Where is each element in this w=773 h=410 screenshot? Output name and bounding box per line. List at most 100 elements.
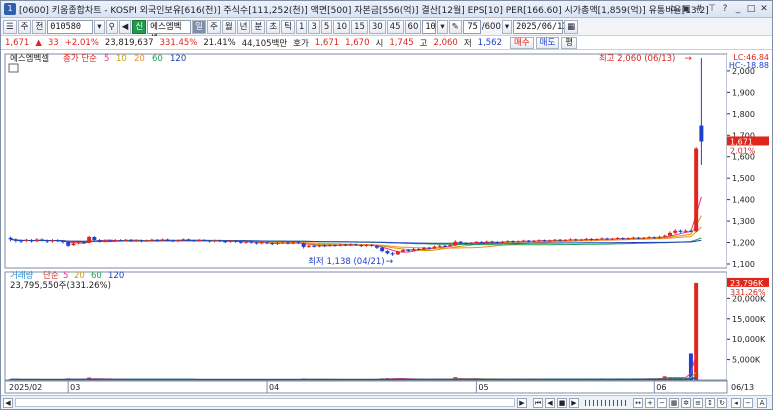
candle-body [374, 245, 379, 248]
candle-body [291, 242, 296, 244]
market-select[interactable]: 전 [32, 19, 47, 34]
prev-stock-icon[interactable]: ◀ [118, 19, 132, 34]
candle-body [139, 240, 144, 242]
link-icon[interactable]: ⌂ [667, 3, 679, 15]
layout-icon[interactable]: ☰ [3, 19, 17, 34]
minimize-icon[interactable]: _ [732, 3, 744, 15]
candle-body [207, 240, 212, 242]
candle-body [448, 245, 453, 247]
scroll-track[interactable] [15, 398, 515, 407]
refresh-icon[interactable]: ↻ [717, 398, 727, 408]
settings-gear-icon[interactable]: ✲ [681, 398, 691, 408]
candle-body [453, 241, 458, 246]
buy-button[interactable]: 매수 [510, 36, 534, 49]
avg-button[interactable]: 평 [561, 36, 578, 49]
scroll-right-icon[interactable]: ▶ [517, 398, 527, 408]
stock-code-input[interactable]: 010580 [47, 19, 94, 34]
candle-body [265, 242, 270, 244]
date-input[interactable]: 2025/06/13 [513, 19, 567, 34]
search-icon[interactable]: ⚲ [105, 19, 118, 34]
candle-body [87, 236, 92, 243]
candle-body [427, 247, 432, 249]
price-tick-label: 1,500 [732, 174, 755, 183]
sell-button[interactable]: 매도 [535, 36, 560, 49]
period-tab-0[interactable]: 일 [192, 19, 206, 34]
candle-body [537, 240, 542, 242]
expand-icon[interactable]: ↕ [705, 398, 715, 408]
prev-page-icon[interactable]: ◀ [545, 398, 555, 408]
x-axis-label: 05 [478, 383, 488, 392]
price-tick-label: 1,800 [732, 110, 755, 119]
font-down-icon[interactable]: ◂ [731, 398, 741, 408]
first-page-icon[interactable]: ⏮ [533, 398, 543, 408]
candle-body [401, 250, 406, 252]
interval-button-1[interactable]: 1 [295, 19, 308, 34]
period-tab-2[interactable]: 월 [221, 19, 236, 34]
period-tab-5[interactable]: 초 [266, 19, 281, 34]
calendar-icon[interactable]: ▦ [564, 19, 579, 34]
x-axis-label: 2025/02 [9, 383, 42, 392]
candle-body [469, 242, 474, 244]
candle-body [531, 240, 536, 242]
candle-body [285, 242, 290, 244]
font-size-icon[interactable]: A [757, 398, 767, 408]
period-tab-6[interactable]: 틱 [281, 19, 295, 34]
settings-icon[interactable]: ✎ [448, 19, 462, 34]
maximize-icon[interactable]: □ [745, 3, 757, 15]
stock-chart[interactable]: 2,0001,9001,8001,7001,6001,5001,4001,300… [1, 50, 772, 395]
interval-dropdown-icon[interactable]: ▾ [437, 19, 448, 34]
window-title: [0600] 키움종합차트 - KOSPI 외국인보유[616(천)] 주식수[… [19, 5, 709, 16]
candle-body [34, 239, 39, 242]
interval-value[interactable]: 10 [422, 19, 437, 34]
candle-body [327, 244, 332, 246]
candle-body [149, 239, 154, 241]
open-label: 시 [375, 38, 384, 49]
interval-button-45[interactable]: 45 [386, 19, 404, 34]
candle-body [55, 240, 60, 242]
volume-panel-frame [4, 271, 728, 381]
zoom-out-icon[interactable]: − [657, 398, 667, 408]
grid-icon[interactable]: ▦ [669, 398, 679, 408]
font-minus-icon[interactable]: − [743, 398, 753, 408]
candle-body [160, 239, 165, 241]
interval-button-30[interactable]: 30 [368, 19, 386, 34]
interval-button-3[interactable]: 3 [308, 19, 320, 34]
candle-body [29, 239, 34, 242]
min-arrow-icon: → [386, 257, 394, 267]
period-tab-3[interactable]: 년 [236, 19, 251, 34]
zoom-slider[interactable] [585, 400, 629, 406]
low-label: 저 [463, 38, 472, 49]
volume-legend-ma-120: 120 [108, 271, 124, 281]
period-tab-4[interactable]: 분 [251, 19, 266, 34]
stop-icon[interactable]: ■ [557, 398, 567, 408]
scroll-left-icon[interactable]: ◀ [3, 398, 13, 408]
interval-button-10[interactable]: 10 [333, 19, 351, 34]
zoom-in-icon[interactable]: + [645, 398, 655, 408]
help-icon[interactable]: ? [719, 3, 731, 15]
list-icon[interactable]: ≡ [693, 398, 703, 408]
candle-body [155, 239, 160, 241]
high-label: 고 [419, 38, 428, 49]
hash-icon[interactable]: # [693, 3, 705, 15]
candle-body [380, 247, 385, 252]
candle-body [573, 239, 578, 241]
x-axis-label: 03 [70, 383, 80, 392]
scroll-down-icon[interactable]: ▾ [501, 19, 513, 34]
mode-select[interactable]: 주 [17, 19, 32, 34]
title-icons: ⌂ ▣ # ⊤ ? _ □ ✕ [667, 3, 770, 15]
period-tab-1[interactable]: 주 [207, 19, 221, 34]
code-dropdown-icon[interactable]: ▾ [94, 19, 105, 34]
count-input[interactable]: 75 [462, 19, 481, 34]
interval-button-60[interactable]: 60 [404, 19, 422, 34]
close-icon[interactable]: ✕ [758, 3, 770, 15]
candle-body [71, 243, 76, 246]
candle-body [647, 237, 652, 239]
pin-icon[interactable]: ⊤ [706, 3, 718, 15]
interval-button-15[interactable]: 15 [351, 19, 368, 34]
interval-button-5[interactable]: 5 [320, 19, 333, 34]
candle-body [333, 244, 338, 246]
zoom-fit-icon[interactable]: ↔ [633, 398, 643, 408]
credit-badge[interactable]: 신 [132, 19, 147, 34]
image-icon[interactable]: ▣ [680, 3, 692, 15]
next-page-icon[interactable]: ▶ [569, 398, 579, 408]
